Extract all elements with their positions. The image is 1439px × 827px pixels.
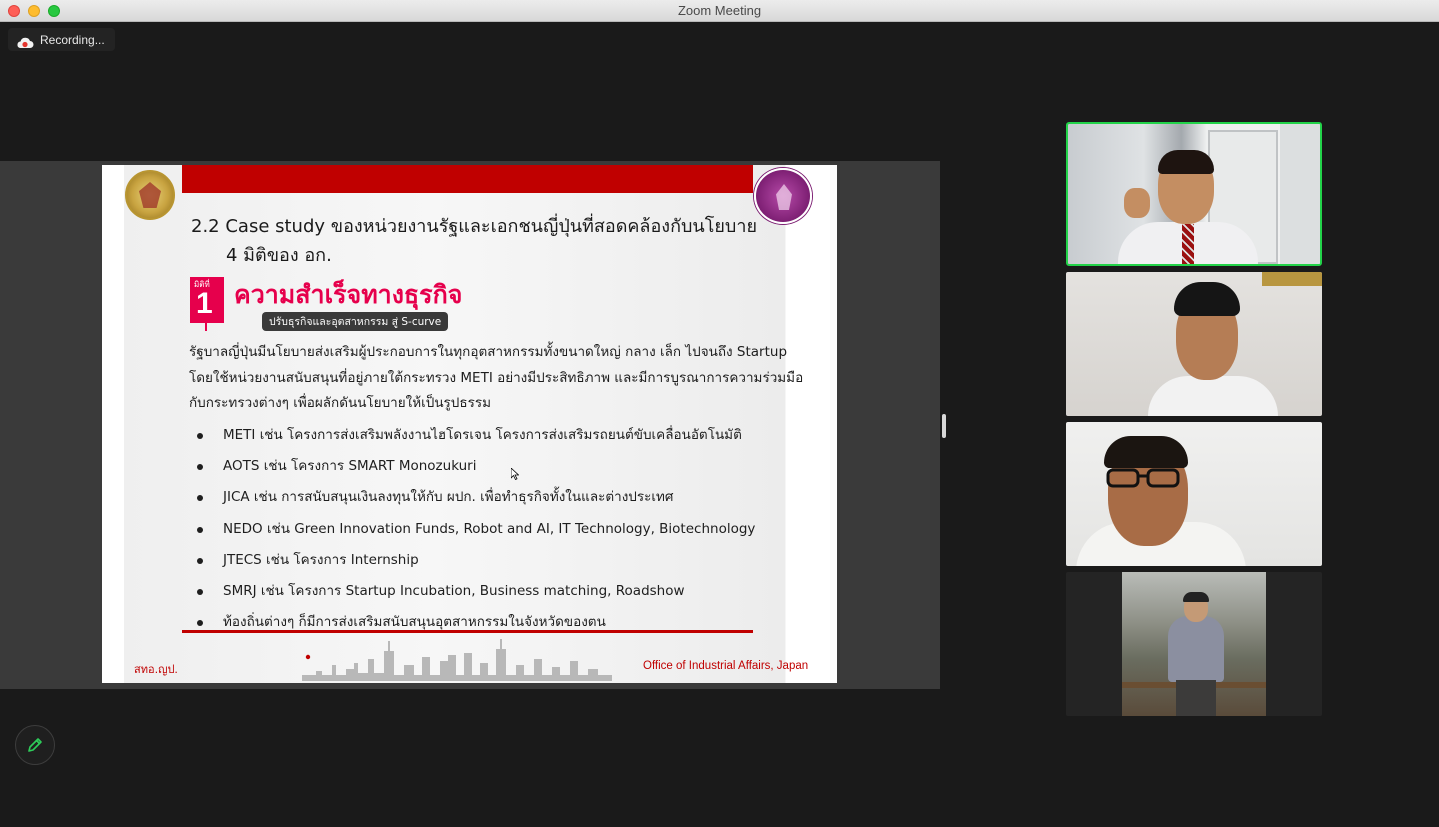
paragraph-line: รัฐบาลญี่ปุ่นมีนโยบายส่งเสริมผู้ประกอบกา… <box>189 344 788 360</box>
bullet-item: SMRJ เช่น โครงการ Startup Incubation, Bu… <box>195 576 795 607</box>
participant-video-tile[interactable] <box>1066 422 1322 566</box>
shared-slide: 2.2 Case study ของหน่วยงานรัฐและเอกชนญี่… <box>102 165 837 683</box>
panel-resize-handle[interactable] <box>942 414 946 438</box>
slide-footer-right: Office of Industrial Affairs, Japan <box>643 660 809 672</box>
slide-bullet-list: METI เช่น โครงการส่งเสริมพลังงานไฮโดรเจน… <box>195 420 795 638</box>
annotate-button[interactable] <box>15 725 55 765</box>
bullet-item: ท้องถิ่นต่างๆ ก็มีการส่งเสริมสนับสนุนอุต… <box>195 607 795 638</box>
cloud-record-icon <box>16 34 34 48</box>
dimension-accent-line <box>205 323 207 331</box>
slide-title-line2: 4 มิติของ อก. <box>226 245 332 266</box>
dimension-heading: ความสำเร็จทางธุรกิจ <box>234 280 463 309</box>
bullet-item: AOTS เช่น โครงการ SMART Monozukuri <box>195 451 795 482</box>
recording-indicator[interactable]: Recording... <box>8 28 115 51</box>
window-titlebar: Zoom Meeting <box>0 0 1439 22</box>
participant-video-tile-active-speaker[interactable] <box>1066 122 1322 266</box>
slide-paragraph: รัฐบาลญี่ปุ่นมีนโยบายส่งเสริมผู้ประกอบกา… <box>189 340 804 417</box>
paragraph-line: กับกระทรวงต่างๆ เพื่อผลักดันนโยบายให้เป็… <box>189 395 492 411</box>
dimension-subheading: ปรับธุรกิจและอุตสาหกรรม สู่ S-curve <box>262 312 449 331</box>
bullet-item: JTECS เช่น โครงการ Internship <box>195 545 795 576</box>
dimension-number: 1 <box>196 287 213 320</box>
slide-footer-line <box>182 630 753 633</box>
pencil-icon <box>28 738 42 752</box>
mouse-cursor-icon <box>511 468 519 480</box>
ministry-of-industry-seal-icon <box>754 168 812 224</box>
participant-video-tile[interactable] <box>1066 272 1322 416</box>
participant-profile-photo <box>1122 572 1266 716</box>
dimension-badge: มิติที่ 1 <box>190 277 224 323</box>
city-skyline-graphic <box>302 639 612 681</box>
bullet-item: METI เช่น โครงการส่งเสริมพลังงานไฮโดรเจน… <box>195 420 795 451</box>
glasses-graphic <box>1106 468 1180 488</box>
paragraph-line: โดยใช้หน่วยงานสนับสนุนที่อยู่ภายใต้กระทร… <box>189 369 804 386</box>
recording-label: Recording... <box>40 32 105 47</box>
slide-header-bar <box>182 165 753 193</box>
thai-government-seal-icon <box>125 170 175 220</box>
slide-footer-left: สทอ.ญป. <box>134 663 178 676</box>
bullet-item: NEDO เช่น Green Innovation Funds, Robot … <box>195 514 795 545</box>
window-title: Zoom Meeting <box>677 3 762 18</box>
slide-title: 2.2 Case study ของหน่วยงานรัฐและเอกชนญี่… <box>191 216 757 237</box>
participant-video-tile[interactable] <box>1066 572 1322 716</box>
bullet-item: JICA เช่น การสนับสนุนเงินลงทุนให้กับ ผปก… <box>195 482 795 513</box>
